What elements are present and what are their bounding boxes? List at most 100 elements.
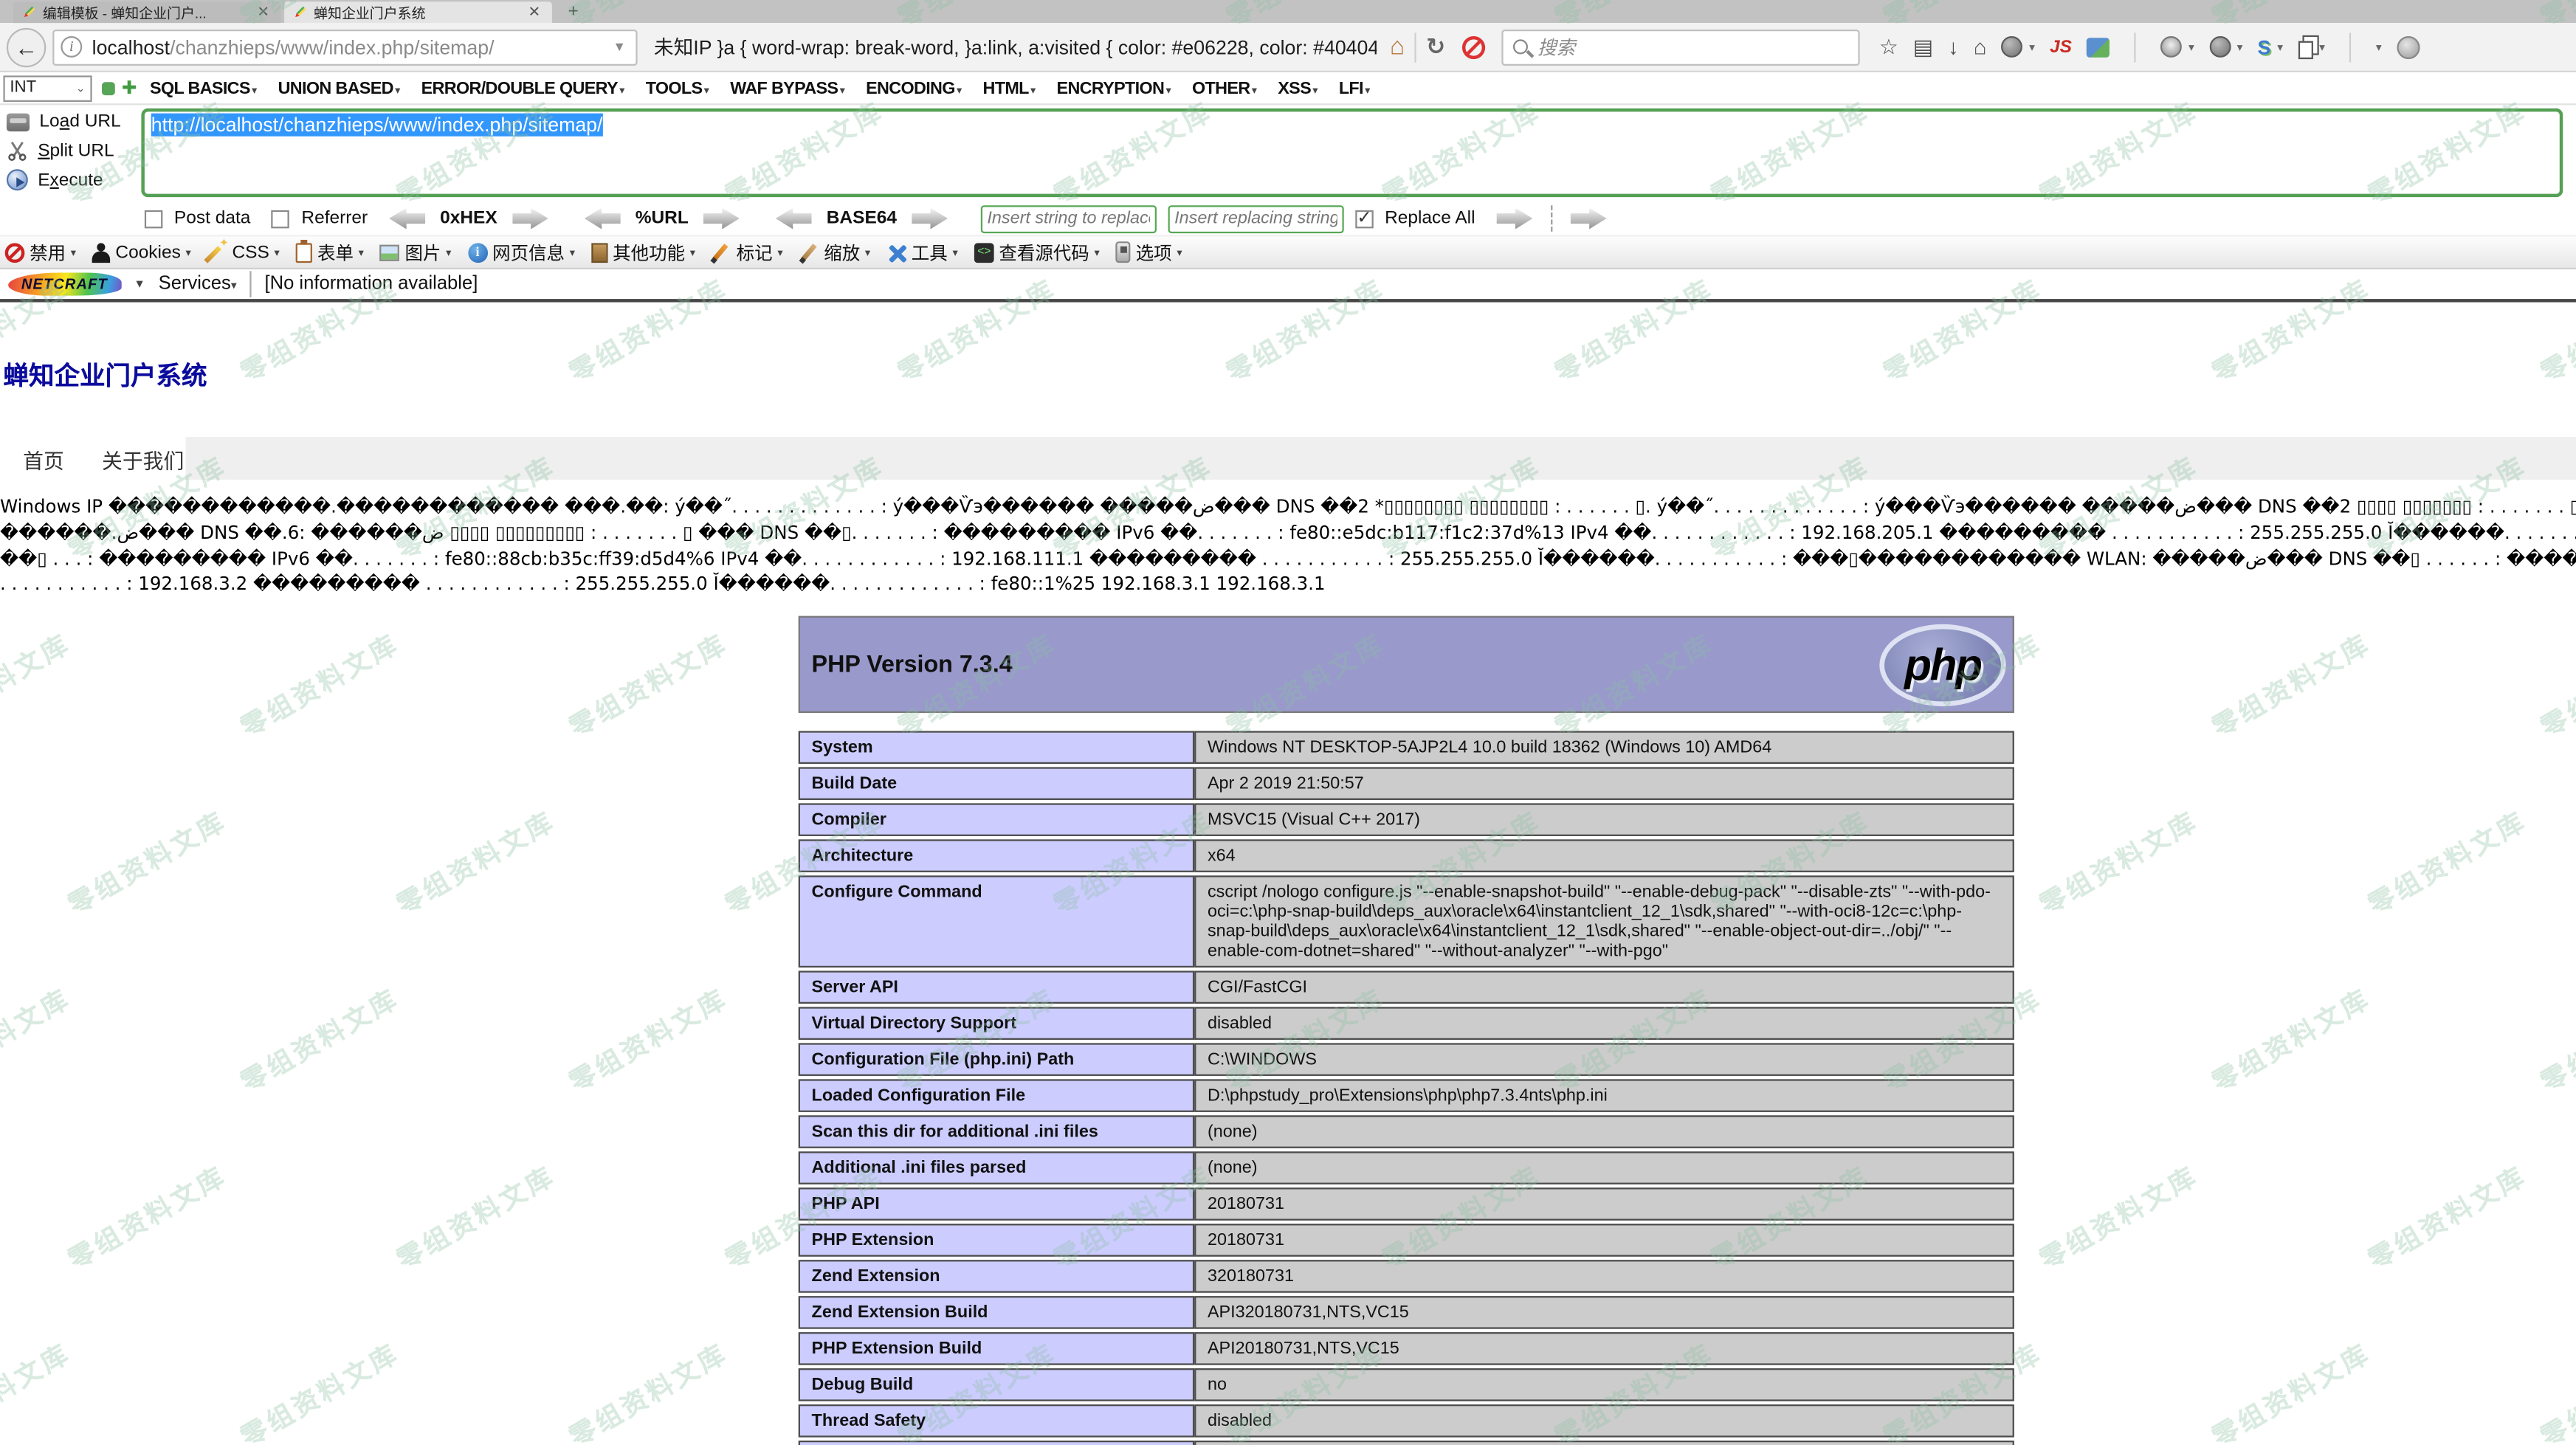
tab-bar: 编辑模板 - 蝉知企业门户... ✕ 蝉知企业门户系统 ✕ +: [0, 0, 2576, 23]
tab-chanzhi-portal[interactable]: 蝉知企业门户系统 ✕: [284, 1, 552, 23]
url-text: localhost/chanzhieps/www/index.php/sitem…: [92, 35, 610, 58]
chevron-down-icon[interactable]: ▼: [134, 278, 145, 290]
hackbar-menu-item[interactable]: HTML▾: [983, 78, 1036, 98]
hackbar-menu-item[interactable]: TOOLS▾: [646, 78, 709, 98]
webdev-css-menu[interactable]: CSS▾: [207, 242, 280, 262]
execute-icon: [7, 169, 28, 190]
webdev-viewsource-menu[interactable]: <>查看源代码▾: [974, 239, 1100, 266]
reload-icon[interactable]: ↻: [1426, 33, 1445, 61]
url-bar[interactable]: i localhost/chanzhieps/www/index.php/sit…: [52, 29, 637, 65]
webdev-cookies-menu[interactable]: Cookies▾: [92, 242, 191, 262]
post-data-checkbox[interactable]: [145, 210, 162, 227]
webdev-pageinfo-menu[interactable]: i网页信息▾: [468, 239, 575, 266]
hackbar-menu-item[interactable]: ENCRYPTION▾: [1057, 78, 1171, 98]
chevron-down-icon[interactable]: ▾: [2237, 41, 2243, 54]
hackbar-menu-item[interactable]: WAF BYPASS▾: [730, 78, 844, 98]
referrer-checkbox[interactable]: [272, 210, 289, 227]
webdev-misc-menu[interactable]: 其他功能▾: [591, 239, 695, 266]
load-url-button[interactable]: Load URL: [7, 111, 142, 131]
proxy-mask-icon[interactable]: [2160, 36, 2182, 58]
tools-icon: [886, 242, 906, 262]
url-encode-arrow[interactable]: [703, 208, 740, 230]
split-url-label: Split URL: [38, 140, 114, 160]
replace-all-checkbox[interactable]: [1355, 210, 1373, 227]
chevron-down-icon[interactable]: ▾: [2277, 41, 2283, 54]
replace-apply-arrow[interactable]: [1497, 208, 1533, 230]
base64-encode-arrow[interactable]: [912, 208, 948, 230]
phpinfo-row: Thread Safety disabled: [799, 1404, 2014, 1438]
hex-encode-arrow[interactable]: [512, 208, 548, 230]
replace-search-input[interactable]: [981, 204, 1157, 232]
hackbar-menu-item[interactable]: LFI▾: [1339, 78, 1370, 98]
netcraft-services-menu[interactable]: Services▾: [159, 275, 237, 294]
hackbar-preset-select[interactable]: INT ⌄: [3, 75, 92, 101]
switchyomega-icon[interactable]: S: [2258, 35, 2271, 58]
urlbar-overflow-text: 未知IP }a { word-wrap: break-word, }a:link…: [654, 33, 1377, 61]
replace-run-arrow[interactable]: [1571, 208, 1607, 230]
phpinfo-row: Architecture x64: [799, 840, 2014, 873]
tab-edit-template[interactable]: 编辑模板 - 蝉知企业门户... ✕: [13, 1, 281, 23]
downloads-icon[interactable]: ↓: [1948, 35, 1958, 58]
base64-decode-arrow[interactable]: [776, 208, 812, 230]
bookmark-star-icon[interactable]: ☆: [1879, 35, 1898, 58]
phpinfo-row: PHP Extension 20180731: [799, 1224, 2014, 1258]
translate-icon[interactable]: [2087, 37, 2110, 57]
hackbar-url-textarea[interactable]: http://localhost/chanzhieps/www/index.ph…: [141, 108, 2563, 197]
hackbar-menu-item[interactable]: UNION BASED▾: [278, 78, 400, 98]
nav-about-link[interactable]: 关于我们: [102, 443, 184, 474]
webdev-forms-menu[interactable]: 表单▾: [296, 239, 364, 266]
chevron-down-icon[interactable]: ▾: [2319, 41, 2325, 54]
bookmark-home-icon[interactable]: ⌂: [1390, 33, 1405, 61]
chevron-down-icon: ⌄: [76, 81, 86, 94]
webdev-tools-menu[interactable]: 工具▾: [886, 239, 957, 266]
nav-home-link[interactable]: 首页: [23, 443, 64, 474]
phpinfo-label: Virtual Directory Support: [799, 1007, 1194, 1041]
back-button[interactable]: ←: [7, 27, 46, 66]
chevron-down-icon[interactable]: ▾: [2188, 41, 2194, 54]
search-box[interactable]: 搜索: [1501, 29, 1859, 65]
hackbar-menu-item[interactable]: SQL BASICS▾: [150, 78, 257, 98]
url-decode-arrow[interactable]: [585, 208, 621, 230]
site-nav-tabs: 首页 关于我们: [0, 437, 186, 480]
phpinfo-row: Scan this dir for additional .ini files …: [799, 1116, 2014, 1149]
adblock-icon[interactable]: [1462, 35, 1485, 58]
reading-list-icon[interactable]: ▤: [1913, 35, 1933, 58]
useragent-icon[interactable]: [2209, 36, 2231, 58]
hex-decode-arrow[interactable]: [389, 208, 425, 230]
toolbar-icons: ☆ ▤ ↓ ⌂ ▾ JS ▾ ▾ S ▾ ▾ ▾: [1879, 32, 2569, 61]
chevron-down-icon[interactable]: ▾: [2029, 41, 2035, 54]
tab-close-icon[interactable]: ✕: [254, 3, 273, 21]
replace-with-input[interactable]: [1168, 204, 1343, 232]
urlbar-dropdown-icon[interactable]: ▼: [610, 39, 630, 54]
phpinfo-row: Configuration File (php.ini) Path C:\WIN…: [799, 1044, 2014, 1077]
webdev-outline-menu[interactable]: 标记▾: [712, 239, 782, 266]
phpinfo-value: 20180731: [1194, 1188, 2014, 1221]
chevron-down-icon[interactable]: ▾: [2376, 41, 2382, 54]
hackbar-menu-item[interactable]: ENCODING▾: [866, 78, 961, 98]
new-tab-button[interactable]: +: [555, 3, 591, 23]
home-icon[interactable]: ⌂: [1974, 35, 1986, 58]
phpinfo-value: disabled: [1194, 1007, 2014, 1041]
split-url-button[interactable]: Split URL: [7, 139, 142, 161]
copy-tabs-icon[interactable]: [2298, 41, 2312, 58]
webdev-disable-menu[interactable]: 禁用▾: [5, 239, 76, 266]
hackbar-menu-item[interactable]: OTHER▾: [1192, 78, 1256, 98]
menu-icon[interactable]: [2397, 35, 2420, 58]
hackbar-add-icon[interactable]: ✚: [122, 80, 137, 96]
webdev-resize-menu[interactable]: 缩放▾: [799, 239, 870, 266]
site-info-icon[interactable]: i: [61, 36, 82, 58]
phpinfo-value: 320180731: [1194, 1261, 2014, 1294]
globe-extension-icon[interactable]: [2001, 36, 2022, 58]
webdev-options-menu[interactable]: 选项▾: [1116, 239, 1182, 266]
phpinfo-label: Thread Safety: [799, 1404, 1194, 1438]
hackbar-toggle-icon[interactable]: [102, 81, 115, 94]
netcraft-logo[interactable]: NETCRAFT: [8, 272, 120, 295]
tab-favicon-icon: [292, 5, 307, 20]
execute-button[interactable]: Execute: [7, 169, 142, 190]
js-toggle-icon[interactable]: JS: [2050, 37, 2072, 57]
webdev-images-menu[interactable]: 图片▾: [380, 239, 451, 266]
hackbar-menu-item[interactable]: ERROR/DOUBLE QUERY▾: [421, 78, 624, 98]
hackbar-menu-item[interactable]: XSS▾: [1278, 78, 1318, 98]
phpinfo-label: Architecture: [799, 840, 1194, 873]
tab-close-icon[interactable]: ✕: [525, 3, 544, 21]
